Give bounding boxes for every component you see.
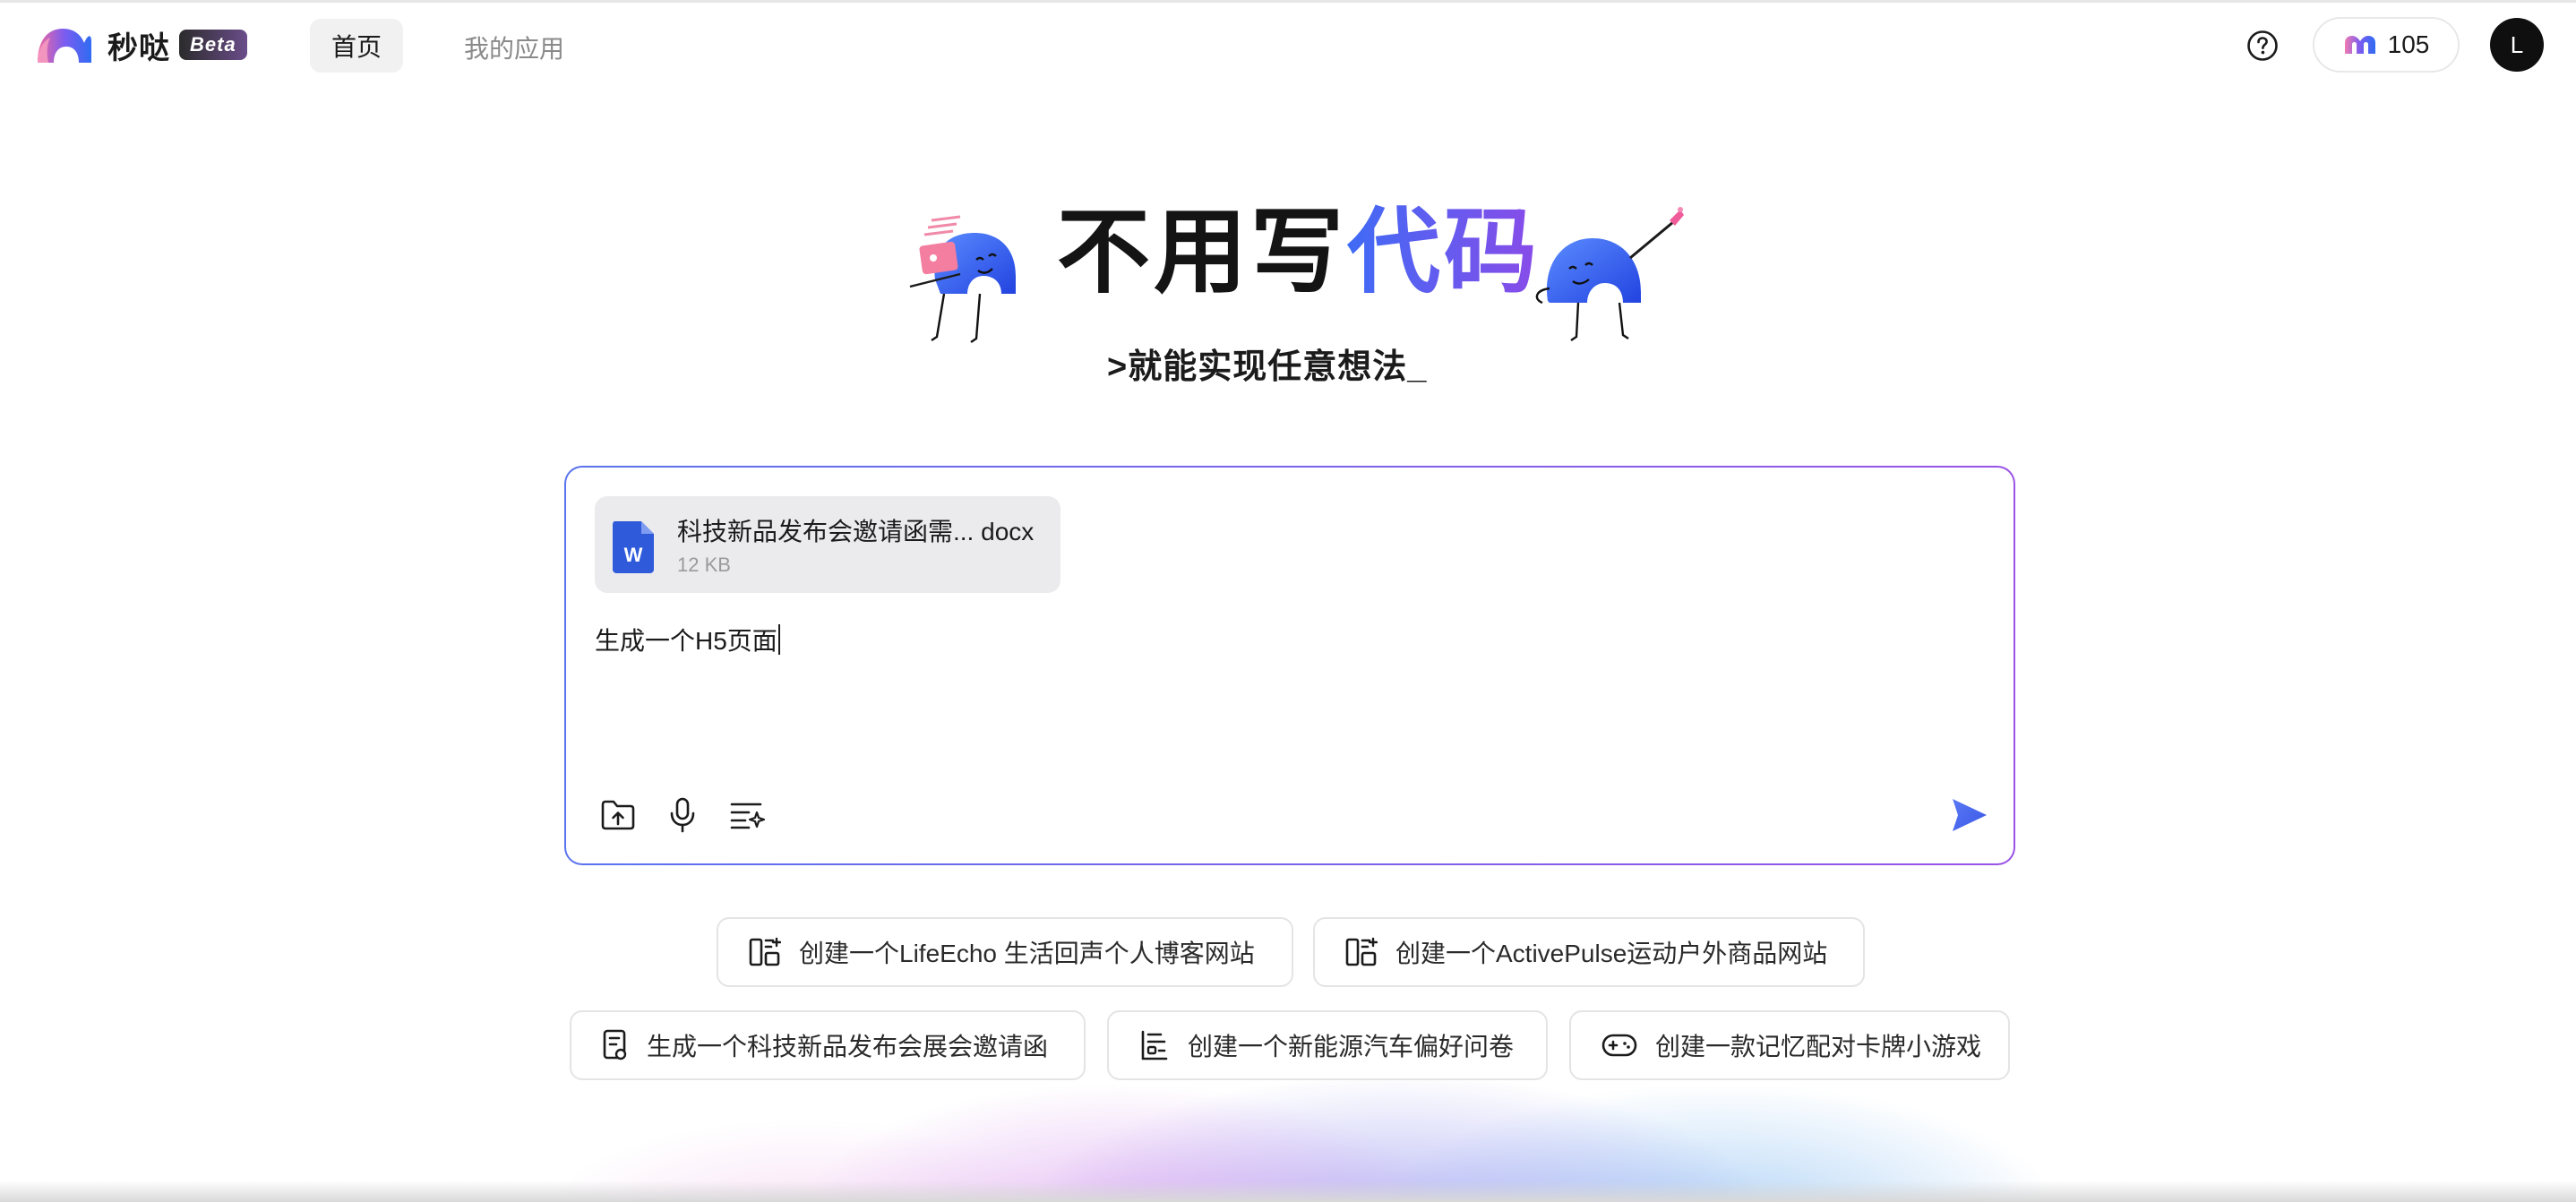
suggestion-chip[interactable]: 创建一个ActivePulse运动户外商品网站 (1313, 917, 1865, 987)
survey-icon (1141, 1030, 1168, 1060)
layout-icon (1345, 937, 1378, 966)
suggestion-chip[interactable]: 创建一个LifeEcho 生活回声个人博客网站 (717, 917, 1293, 987)
mascot-brush-illustration (1530, 202, 1691, 355)
folder-upload-icon[interactable] (598, 795, 638, 835)
logo[interactable]: 秒哒 Beta (34, 22, 247, 67)
beta-badge: Beta (179, 30, 247, 60)
attachment-filename: 科技新品发布会邀请函需... docx (677, 518, 1035, 545)
mascot-laptop-illustration (905, 211, 1048, 355)
bottom-edge (0, 1181, 2576, 1202)
attachment-card[interactable]: W 科技新品发布会邀请函需... docx 12 KB (595, 496, 1060, 593)
send-icon[interactable] (1945, 792, 1992, 838)
microphone-icon[interactable] (663, 795, 702, 835)
word-document-icon: W (613, 521, 654, 573)
gamepad-icon (1601, 1034, 1637, 1057)
avatar[interactable]: L (2490, 18, 2544, 72)
suggestion-chip[interactable]: 创建一个新能源汽车偏好问卷 (1107, 1010, 1548, 1080)
suggestion-label: 创建一款记忆配对卡牌小游戏 (1655, 1033, 1982, 1060)
attachment-filesize: 12 KB (677, 554, 731, 576)
prompt-list-icon[interactable] (727, 795, 767, 835)
suggestion-chip[interactable]: 创建一款记忆配对卡牌小游戏 (1569, 1010, 2010, 1080)
hero-title: 不用写代码 (1057, 199, 1541, 306)
hero-title-accent: 代码 (1347, 201, 1541, 305)
credits-balance[interactable]: 105 (2313, 17, 2460, 73)
nav-my-apps[interactable]: 我的应用 (464, 30, 564, 65)
suggestion-label: 创建一个LifeEcho 生活回声个人博客网站 (799, 940, 1255, 967)
top-bar: 秒哒 Beta 首页 我的应用 105 L (0, 0, 2576, 89)
document-icon (603, 1029, 627, 1060)
hero-title-main: 不用写 (1057, 201, 1348, 305)
credits-count: 105 (2387, 30, 2430, 58)
hero-subtitle: >就能实现任意想法_ (1107, 348, 1428, 386)
suggestion-label: 生成一个科技新品发布会展会邀请函 (647, 1033, 1049, 1060)
word-icon-letter: W (624, 544, 643, 566)
prompt-input[interactable]: 生成一个H5页面 (595, 622, 780, 657)
layout-icon (749, 937, 781, 966)
suggestion-label: 创建一个新能源汽车偏好问卷 (1188, 1033, 1515, 1060)
credits-icon (2344, 36, 2375, 54)
text-caret (777, 624, 780, 655)
prompt-input-text: 生成一个H5页面 (595, 627, 777, 655)
prompt-composer[interactable]: W 科技新品发布会邀请函需... docx 12 KB 生成一个H5页面 (564, 466, 2015, 865)
suggestion-chip[interactable]: 生成一个科技新品发布会展会邀请函 (570, 1010, 1086, 1080)
suggestion-label: 创建一个ActivePulse运动户外商品网站 (1395, 940, 1828, 967)
nav-home[interactable]: 首页 (310, 19, 403, 73)
brand-logo-icon (38, 29, 91, 63)
brand-name: 秒哒 (107, 30, 170, 65)
help-icon[interactable] (2246, 30, 2279, 62)
